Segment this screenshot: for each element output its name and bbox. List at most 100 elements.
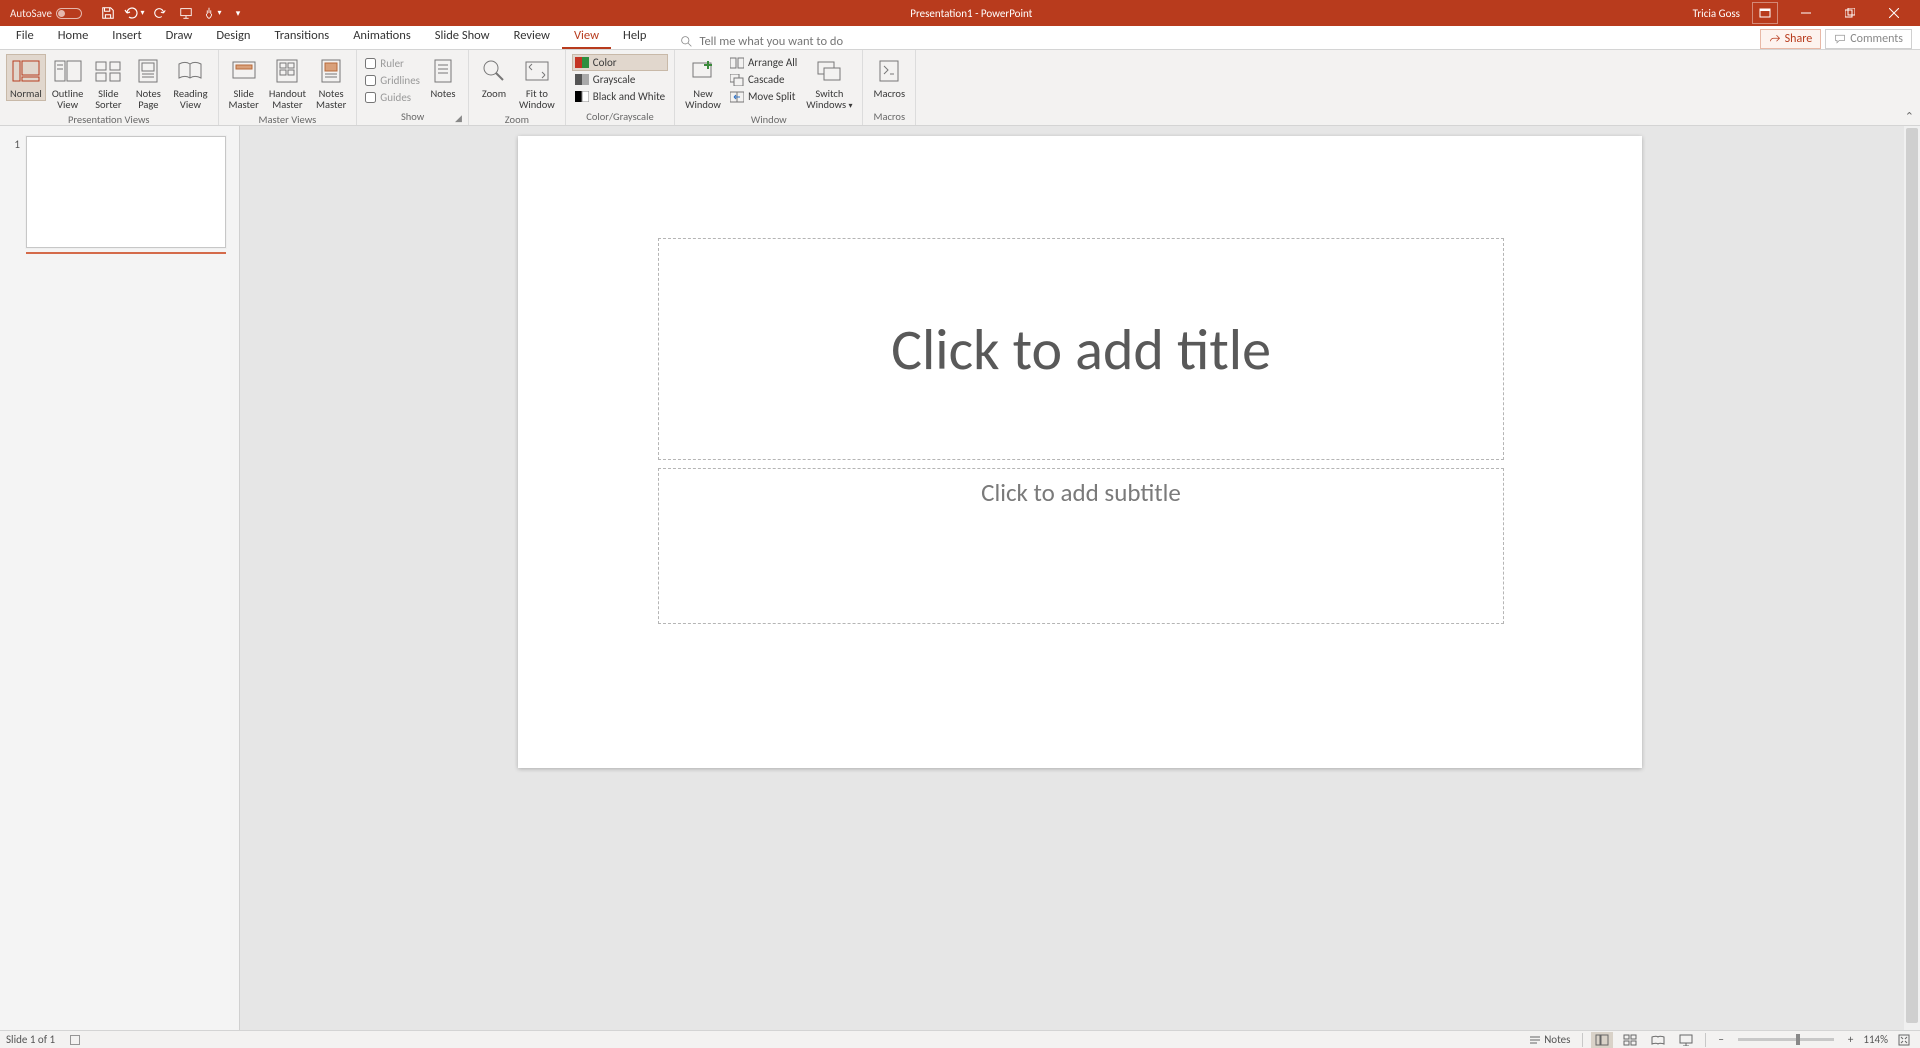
comments-button[interactable]: Comments <box>1825 29 1912 49</box>
ruler-checkbox[interactable]: Ruler <box>363 56 422 71</box>
normal-view-button[interactable]: Normal <box>6 54 46 101</box>
grayscale-option-label: Grayscale <box>593 73 636 86</box>
maximize-button[interactable] <box>1830 0 1870 26</box>
title-placeholder-text: Click to add title <box>891 314 1271 385</box>
zoom-in-button[interactable]: + <box>1844 1033 1857 1046</box>
slide-sorter-icon <box>93 56 123 86</box>
notes-toggle-button[interactable]: Notes <box>1525 1033 1574 1046</box>
title-placeholder[interactable]: Click to add title <box>658 238 1504 460</box>
fit-to-window-statusbar-button[interactable] <box>1894 1034 1914 1046</box>
autosave-toggle[interactable]: AutoSave <box>10 7 82 20</box>
group-label: Presentation Views <box>6 112 212 127</box>
fit-to-window-button[interactable]: Fit to Window <box>515 54 559 112</box>
save-button[interactable] <box>96 2 120 24</box>
cascade-button[interactable]: Cascade <box>727 71 800 88</box>
notes-page-button[interactable]: Notes Page <box>129 54 167 112</box>
arrange-all-button[interactable]: Arrange All <box>727 54 800 71</box>
color-option[interactable]: Color <box>572 54 668 71</box>
accessibility-checker-button[interactable] <box>65 1034 85 1046</box>
tab-transitions[interactable]: Transitions <box>262 25 341 49</box>
autosave-label: AutoSave <box>10 7 52 20</box>
grayscale-option[interactable]: Grayscale <box>572 71 668 88</box>
reading-view-statusbar-button[interactable] <box>1647 1032 1669 1048</box>
slide-position[interactable]: Slide 1 of 1 <box>6 1033 55 1046</box>
title-bar-left: AutoSave ▾ ▾ ▾ <box>0 2 250 24</box>
title-bar-right: Tricia Goss <box>1693 0 1920 26</box>
zoom-slider[interactable] <box>1738 1038 1834 1041</box>
move-split-button[interactable]: Move Split <box>727 88 800 105</box>
slide-sorter-statusbar-button[interactable] <box>1619 1032 1641 1048</box>
slide-master-button[interactable]: Slide Master <box>225 54 263 112</box>
touch-mode-button[interactable]: ▾ <box>200 2 224 24</box>
scrollbar-thumb[interactable] <box>1906 128 1918 1023</box>
ribbon-display-options-button[interactable] <box>1752 2 1778 24</box>
start-from-beginning-button[interactable] <box>174 2 198 24</box>
collapse-ribbon-button[interactable]: ⌃ <box>1905 110 1914 123</box>
vertical-scrollbar[interactable] <box>1904 126 1920 1030</box>
group-color-grayscale: Color Grayscale Black and White Color/Gr… <box>566 50 675 125</box>
handout-master-button[interactable]: Handout Master <box>265 54 310 112</box>
group-show: Ruler Gridlines Guides Notes Show ◢ <box>357 50 469 125</box>
comments-label: Comments <box>1850 32 1903 46</box>
notes-master-button[interactable]: Notes Master <box>312 54 350 112</box>
group-label: Zoom <box>475 112 559 127</box>
tab-insert[interactable]: Insert <box>100 25 153 49</box>
slide-sorter-button[interactable]: Slide Sorter <box>89 54 127 112</box>
tab-review[interactable]: Review <box>502 25 562 49</box>
subtitle-placeholder[interactable]: Click to add subtitle <box>658 468 1504 624</box>
tab-help[interactable]: Help <box>611 25 658 49</box>
zoom-percentage[interactable]: 114% <box>1863 1033 1888 1046</box>
switch-windows-button[interactable]: Switch Windows ▾ <box>802 54 856 112</box>
show-dialog-launcher[interactable]: ◢ <box>455 113 465 123</box>
undo-button[interactable]: ▾ <box>122 2 146 24</box>
minimize-button[interactable] <box>1786 0 1826 26</box>
gridlines-checkbox[interactable]: Gridlines <box>363 73 422 88</box>
tab-slideshow[interactable]: Slide Show <box>423 25 502 49</box>
tab-draw[interactable]: Draw <box>154 25 205 49</box>
tab-home[interactable]: Home <box>46 25 101 49</box>
tab-design[interactable]: Design <box>204 25 262 49</box>
search-icon <box>680 35 693 48</box>
bw-swatch-icon <box>575 91 589 102</box>
tab-animations[interactable]: Animations <box>341 25 423 49</box>
bw-option-label: Black and White <box>593 90 665 103</box>
normal-view-statusbar-button[interactable] <box>1591 1032 1613 1048</box>
reading-view-button[interactable]: Reading View <box>169 54 211 112</box>
slide-canvas-area[interactable]: Click to add title Click to add subtitle <box>240 126 1920 1030</box>
slide-thumbnail-panel[interactable]: 1 <box>0 126 240 1030</box>
share-button[interactable]: Share <box>1760 29 1822 49</box>
outline-view-button[interactable]: Outline View <box>48 54 88 112</box>
redo-button[interactable] <box>148 2 172 24</box>
guides-checkbox[interactable]: Guides <box>363 90 422 105</box>
handout-master-label: Handout Master <box>269 88 306 110</box>
macros-button[interactable]: Macros <box>869 54 909 101</box>
tab-view[interactable]: View <box>562 25 611 49</box>
notes-page-label: Notes Page <box>136 88 161 110</box>
reading-view-label: Reading View <box>173 88 207 110</box>
presentation-icon <box>179 6 193 20</box>
slide-thumbnail-1[interactable]: 1 <box>8 136 231 248</box>
tell-me-search[interactable]: Tell me what you want to do <box>680 34 843 49</box>
black-white-option[interactable]: Black and White <box>572 88 668 105</box>
toggle-off-icon <box>56 8 82 19</box>
account-name[interactable]: Tricia Goss <box>1693 7 1740 20</box>
tab-file[interactable]: File <box>4 25 46 49</box>
fit-to-window-label: Fit to Window <box>519 88 555 110</box>
notes-button[interactable]: Notes <box>424 54 462 101</box>
chevron-down-icon: ▾ <box>236 8 241 19</box>
dropdown-caret-icon: ▾ <box>140 8 144 18</box>
slide-master-label: Slide Master <box>229 88 259 110</box>
guides-label: Guides <box>380 91 411 104</box>
zoom-out-button[interactable]: − <box>1714 1033 1727 1046</box>
new-window-button[interactable]: New Window <box>681 54 725 112</box>
close-button[interactable] <box>1874 0 1914 26</box>
dropdown-caret-icon: ▾ <box>217 8 221 18</box>
thumbnail-preview[interactable] <box>26 136 226 248</box>
zoom-button[interactable]: Zoom <box>475 54 513 101</box>
group-label: Color/Grayscale <box>572 109 668 124</box>
customize-qat-button[interactable]: ▾ <box>226 2 250 24</box>
group-label: Show <box>363 109 462 124</box>
normal-view-icon <box>1595 1034 1609 1046</box>
slideshow-statusbar-button[interactable] <box>1675 1032 1697 1048</box>
slide[interactable]: Click to add title Click to add subtitle <box>518 136 1642 768</box>
